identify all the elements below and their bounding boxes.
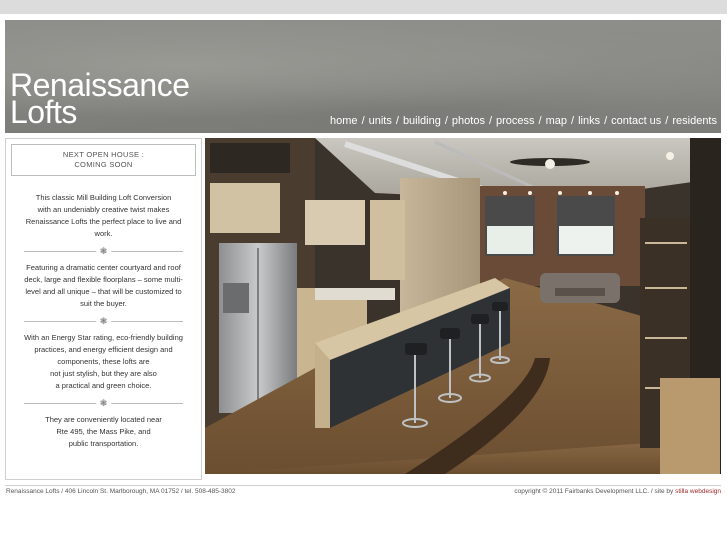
text-line: This classic Mill Building Loft Conversi…	[35, 193, 172, 202]
site-logo[interactable]: Renaissance Lofts	[10, 69, 190, 130]
nav-separator: /	[538, 115, 542, 127]
features-paragraph: Featuring a dramatic center courtyard an…	[6, 262, 201, 310]
text-line: with an undeniably creative twist makes	[37, 205, 170, 214]
text-line: Renaissance Lofts the perfect place to l…	[25, 217, 182, 226]
footer-copyright: copyright © 2011 Fairbanks Development L…	[514, 488, 721, 495]
text-line: not just stylish, but they are also	[50, 369, 157, 378]
nav-item-building[interactable]: building	[403, 115, 441, 127]
loft-interior-photo	[205, 138, 721, 474]
ornament-divider: ❃	[24, 316, 183, 326]
text-line: practices, and energy efficient design a…	[34, 345, 173, 354]
flower-ornament-icon: ❃	[95, 246, 112, 256]
sidebar: NEXT OPEN HOUSE : COMING SOON This class…	[5, 138, 202, 480]
credit-link[interactable]: stilla webdesign	[675, 488, 721, 495]
open-house-title: NEXT OPEN HOUSE :	[62, 150, 145, 159]
header-banner: Renaissance Lofts home / units / building /…	[5, 20, 721, 133]
text-line: work.	[94, 229, 113, 238]
nav-separator: /	[361, 115, 365, 127]
text-line: components, these lofts are	[57, 357, 150, 366]
location-paragraph: They are conveniently located near Rte 4…	[6, 414, 201, 450]
flower-ornament-icon: ❃	[95, 398, 112, 408]
nav-separator: /	[444, 115, 448, 127]
ornament-divider: ❃	[24, 246, 183, 256]
nav-item-map[interactable]: map	[546, 115, 567, 127]
nav-separator: /	[665, 115, 669, 127]
nav-item-home[interactable]: home	[330, 115, 358, 127]
text-line: Rte 495, the Mass Pike, and	[56, 427, 151, 436]
text-line: They are conveniently located near	[45, 415, 162, 424]
top-bar	[0, 0, 727, 14]
logo-line-2: Lofts	[10, 94, 77, 130]
text-line: public transportation.	[68, 439, 139, 448]
nav-item-residents[interactable]: residents	[672, 115, 717, 127]
text-line: suit the buyer.	[80, 299, 127, 308]
main-nav: home / units / building / photos / process / …	[330, 115, 717, 127]
open-house-status: COMING SOON	[74, 160, 133, 169]
text-line: level and all unique – that will be cust…	[25, 287, 182, 296]
copyright-text: copyright © 2011 Fairbanks Development L…	[514, 488, 676, 495]
open-house-box: NEXT OPEN HOUSE : COMING SOON	[11, 144, 196, 176]
ornament-divider: ❃	[24, 398, 183, 408]
text-line: Featuring a dramatic center courtyard an…	[26, 263, 181, 272]
text-line: With an Energy Star rating, eco-friendly…	[24, 333, 183, 342]
nav-separator: /	[604, 115, 608, 127]
text-line: deck, large and flexible floorplans – so…	[24, 275, 183, 284]
nav-item-photos[interactable]: photos	[452, 115, 485, 127]
nav-separator: /	[395, 115, 399, 127]
text-line: a practical and green choice.	[55, 381, 152, 390]
nav-item-units[interactable]: units	[369, 115, 392, 127]
nav-item-process[interactable]: process	[496, 115, 535, 127]
nav-separator: /	[488, 115, 493, 127]
nav-separator: /	[571, 115, 575, 127]
intro-paragraph: This classic Mill Building Loft Conversi…	[6, 192, 201, 240]
energy-paragraph: With an Energy Star rating, eco-friendly…	[6, 332, 201, 392]
flower-ornament-icon: ❃	[95, 316, 112, 326]
footer-address: Renaissance Lofts / 406 Lincoln St. Marl…	[6, 488, 236, 495]
nav-item-links[interactable]: links	[578, 115, 600, 127]
footer-divider	[5, 485, 721, 486]
nav-item-contact-us[interactable]: contact us	[611, 115, 661, 127]
kitchen-scene-illustration	[205, 138, 721, 474]
